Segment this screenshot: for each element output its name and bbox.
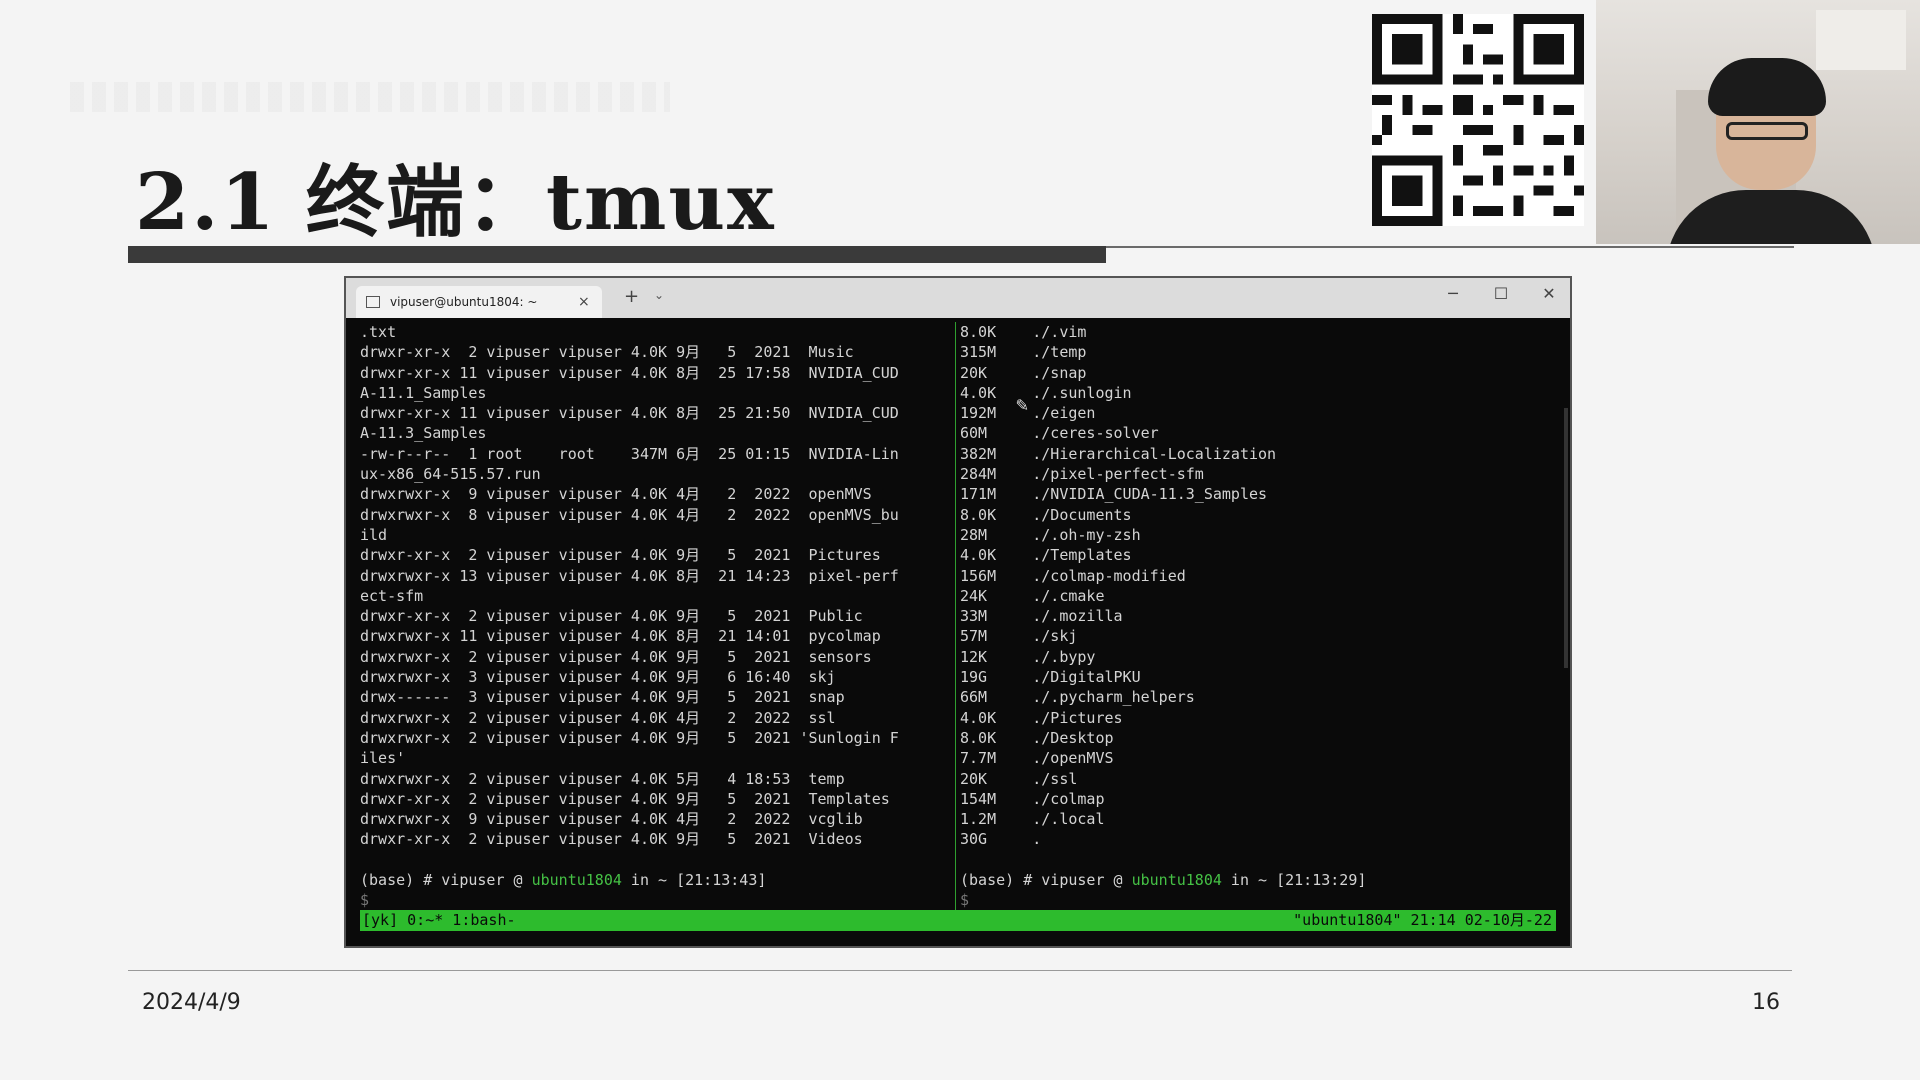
prompt-prefix: (base) # vipuser @	[360, 871, 532, 890]
footer-divider	[128, 970, 1792, 971]
prompt-prefix: (base) # vipuser @	[960, 871, 1132, 890]
terminal-line: 8.0K ./Documents	[960, 505, 1132, 524]
prompt-hostname: ubuntu1804	[531, 871, 622, 890]
tab-close-icon[interactable]: ×	[578, 286, 590, 318]
tmux-pane-left[interactable]: .txt drwxr-xr-x 2 vipuser vipuser 4.0K 9月…	[360, 322, 952, 911]
terminal-line: 60M ./ceres-solver	[960, 424, 1159, 443]
terminal-line: 30G .	[960, 830, 1042, 849]
window-titlebar: vipuser@ubuntu1804: ~ × + ⌄ ─ ☐ ✕	[346, 278, 1570, 318]
terminal-line: 154M ./colmap	[960, 789, 1105, 808]
terminal-line: 19G ./DigitalPKU	[960, 668, 1141, 687]
terminal-line: drwxr-xr-x 2 vipuser vipuser 4.0K 9月 5 2…	[360, 830, 863, 849]
webcam-video	[1596, 0, 1920, 244]
terminal-line: drwxrwxr-x 9 vipuser vipuser 4.0K 4月 2 2…	[360, 485, 872, 504]
terminal-line: drwxr-xr-x 11 vipuser vipuser 4.0K 8月 25…	[360, 404, 899, 423]
presenter-hair	[1708, 58, 1826, 116]
tab-label: vipuser@ubuntu1804: ~	[390, 295, 538, 309]
terminal-line: 66M ./.pycharm_helpers	[960, 688, 1195, 707]
close-window-button[interactable]: ✕	[1534, 284, 1564, 303]
terminal-line: 171M ./NVIDIA_CUDA-11.3_Samples	[960, 485, 1268, 504]
terminal-window: vipuser@ubuntu1804: ~ × + ⌄ ─ ☐ ✕ .txt dr…	[344, 276, 1572, 948]
terminal-line: 4.0K ./Pictures	[960, 708, 1123, 727]
terminal-line: 4.0K ./.sunlogin	[960, 383, 1132, 402]
terminal-line: 57M ./skj	[960, 627, 1078, 646]
terminal-line: drwxrwxr-x 2 vipuser vipuser 4.0K 5月 4 1…	[360, 769, 845, 788]
terminal-line: 20K ./ssl	[960, 769, 1078, 788]
title-underline-line	[1106, 246, 1794, 248]
tmux-pane-right[interactable]: 8.0K ./.vim 315M ./temp 20K ./snap 4.0K ./.…	[960, 322, 1560, 911]
footer-date: 2024/4/9	[142, 990, 241, 1015]
prompt-suffix: in ~ [21:13:43]	[621, 871, 767, 890]
title-underline-bar	[128, 246, 1106, 263]
terminal-line: drwx------ 3 vipuser vipuser 4.0K 9月 5 2…	[360, 688, 845, 707]
terminal-line: 4.0K ./Templates	[960, 546, 1132, 565]
shell-input-line[interactable]: $	[960, 890, 1560, 910]
terminal-line: 24K ./.cmake	[960, 586, 1105, 605]
minimize-button[interactable]: ─	[1438, 284, 1468, 303]
terminal-line: drwxrwxr-x 9 vipuser vipuser 4.0K 4月 2 2…	[360, 810, 863, 829]
tmux-status-bar: [yk] 0:~* 1:bash- "ubuntu1804" 21:14 02-…	[360, 910, 1556, 931]
terminal-icon	[366, 296, 380, 308]
terminal-line: -rw-r--r-- 1 root root 347M 6月 25 01:15 …	[360, 444, 899, 463]
terminal-line: drwxr-xr-x 2 vipuser vipuser 4.0K 9月 5 2…	[360, 607, 863, 626]
terminal-line: 192M ./eigen	[960, 404, 1096, 423]
terminal-line: drwxr-xr-x 2 vipuser vipuser 4.0K 9月 5 2…	[360, 789, 890, 808]
terminal-tab[interactable]: vipuser@ubuntu1804: ~ ×	[356, 286, 602, 318]
terminal-line: 20K ./snap	[960, 363, 1087, 382]
shell-prompt: (base) # vipuser @ ubuntu1804 in ~ [21:1…	[960, 870, 1560, 890]
qr-code-image	[1372, 14, 1584, 226]
terminal-line: 382M ./Hierarchical-Localization	[960, 444, 1277, 463]
terminal-line: drwxrwxr-x 2 vipuser vipuser 4.0K 9月 5 2…	[360, 728, 899, 747]
terminal-line: 156M ./colmap-modified	[960, 566, 1186, 585]
terminal-line: drwxrwxr-x 11 vipuser vipuser 4.0K 8月 21…	[360, 627, 881, 646]
terminal-line: 1.2M ./.local	[960, 810, 1105, 829]
terminal-line: drwxrwxr-x 8 vipuser vipuser 4.0K 4月 2 2…	[360, 505, 899, 524]
terminal-line: 33M ./.mozilla	[960, 607, 1123, 626]
terminal-line: 8.0K ./Desktop	[960, 728, 1114, 747]
terminal-line: ild	[360, 525, 388, 544]
terminal-line: ect-sfm	[360, 586, 424, 605]
faded-header-text	[70, 82, 670, 112]
presenter-glasses	[1726, 122, 1808, 140]
terminal-line: 28M ./.oh-my-zsh	[960, 525, 1141, 544]
terminal-line: 284M ./pixel-perfect-sfm	[960, 465, 1204, 484]
terminal-line: 8.0K ./.vim	[960, 323, 1087, 341]
new-tab-button[interactable]: +	[624, 286, 639, 307]
pencil-icon: ✎	[1016, 392, 1029, 416]
terminal-line: 12K ./.bypy	[960, 647, 1096, 666]
webcam-background-window	[1816, 10, 1906, 70]
terminal-line: drwxrwxr-x 2 vipuser vipuser 4.0K 4月 2 2…	[360, 708, 836, 727]
terminal-line: drwxrwxr-x 2 vipuser vipuser 4.0K 9月 5 2…	[360, 647, 872, 666]
terminal-line: A-11.3_Samples	[360, 424, 487, 443]
tmux-status-left: [yk] 0:~* 1:bash-	[362, 911, 516, 929]
terminal-line: ux-x86_64-515.57.run	[360, 465, 541, 484]
terminal-line: drwxr-xr-x 2 vipuser vipuser 4.0K 9月 5 2…	[360, 546, 881, 565]
terminal-body[interactable]: .txt drwxr-xr-x 2 vipuser vipuser 4.0K 9月…	[346, 318, 1570, 946]
terminal-line: drwxr-xr-x 2 vipuser vipuser 4.0K 9月 5 2…	[360, 343, 854, 362]
shell-prompt: (base) # vipuser @ ubuntu1804 in ~ [21:1…	[360, 870, 952, 890]
page-number: 16	[1752, 990, 1780, 1015]
terminal-line: 315M ./temp	[960, 343, 1087, 362]
terminal-scrollbar[interactable]	[1564, 408, 1568, 668]
terminal-line: .txt	[360, 323, 397, 341]
slide-title: 2.1 终端：tmux	[135, 157, 776, 248]
terminal-line: drwxr-xr-x 11 vipuser vipuser 4.0K 8月 25…	[360, 363, 899, 382]
shell-input-line[interactable]: $	[360, 890, 952, 910]
prompt-hostname: ubuntu1804	[1131, 871, 1222, 890]
terminal-line: 7.7M ./openMVS	[960, 749, 1114, 768]
tmux-pane-divider[interactable]	[955, 322, 956, 910]
chevron-down-icon[interactable]: ⌄	[654, 288, 664, 302]
terminal-line: drwxrwxr-x 3 vipuser vipuser 4.0K 9月 6 1…	[360, 668, 836, 687]
terminal-line: A-11.1_Samples	[360, 383, 487, 402]
prompt-suffix: in ~ [21:13:29]	[1221, 871, 1367, 890]
terminal-line: iles'	[360, 749, 406, 768]
tmux-status-right: "ubuntu1804" 21:14 02-10月-22	[1293, 911, 1552, 929]
terminal-line: drwxrwxr-x 13 vipuser vipuser 4.0K 8月 21…	[360, 566, 899, 585]
maximize-button[interactable]: ☐	[1486, 284, 1516, 303]
